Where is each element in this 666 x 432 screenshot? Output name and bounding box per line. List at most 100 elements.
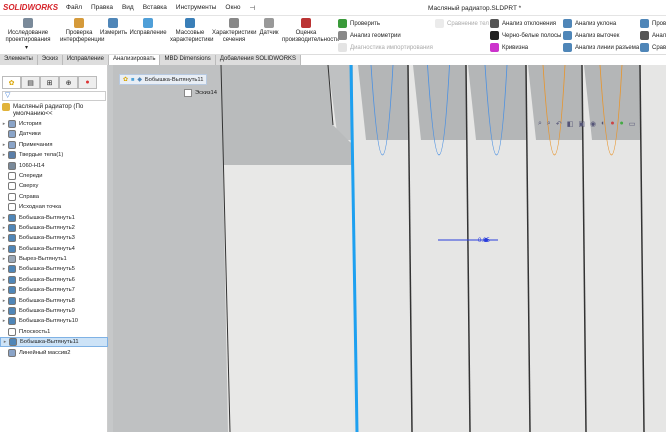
command-manager-ribbon: Исследование проектирования Проверка инте… [0, 16, 666, 55]
tree-item[interactable]: ▸ Бобышка-Вытянуть9 [0, 306, 108, 316]
tree-item[interactable]: Справа [0, 192, 108, 202]
measure-button[interactable]: Измерить [100, 18, 127, 37]
menu-item[interactable]: Окно [225, 4, 240, 12]
fin-top [528, 65, 582, 140]
tree-item[interactable]: ▸ Бобышка-Вытянуть6 [0, 275, 108, 285]
tree-item[interactable]: 1060-H14 [0, 160, 108, 170]
button-label: Оценка производительности [282, 30, 340, 43]
tree-item[interactable]: Спереди [0, 171, 108, 181]
ribbon-small-button[interactable]: Диагностика импортирования [338, 43, 433, 52]
hide-show-icon[interactable]: ◐ [601, 120, 605, 128]
ribbon-small-button[interactable]: Анализ уклона [563, 19, 616, 28]
configuration-tab-icon[interactable]: ⊞ [40, 76, 59, 89]
dropdown-arrow-icon[interactable]: ▾ [25, 44, 28, 51]
expand-arrow-icon[interactable]: ▸ [0, 235, 8, 241]
zoom-to-fit-icon[interactable]: ⌕ [538, 120, 542, 128]
expand-arrow-icon[interactable]: ▸ [0, 256, 8, 262]
ribbon-small-button[interactable]: Кривизна [490, 43, 528, 52]
tree-item[interactable]: ▸ Бобышка-Вытянуть4 [0, 244, 108, 254]
ribbon-small-button[interactable]: Сравнение тел [435, 19, 489, 28]
edit-appearance-icon[interactable]: ● [610, 120, 614, 128]
expand-arrow-icon[interactable]: ▸ [0, 308, 8, 314]
expand-arrow-icon[interactable]: ▸ [0, 225, 8, 231]
section-properties-button[interactable]: Характеристики сечения [212, 18, 257, 44]
design-study-button[interactable]: Исследование проектирования [2, 18, 54, 44]
ribbon-small-button[interactable]: Анал [640, 31, 666, 40]
property-manager-tab-icon[interactable]: ▤ [21, 76, 40, 89]
tab-1[interactable]: Эскиз [37, 55, 63, 65]
expand-arrow-icon[interactable]: ▸ [0, 318, 8, 324]
ribbon-small-button[interactable]: Анализ выточек [563, 31, 619, 40]
interference-check-button[interactable]: Проверка интерференции [60, 18, 104, 44]
menu-item[interactable]: Инструменты [176, 4, 217, 12]
display-style-icon[interactable]: ◉ [590, 120, 596, 128]
tree-item[interactable]: ▸ Бобышка-Вытянуть8 [0, 295, 108, 305]
tree-item[interactable]: ▸ Бобышка-Вытянуть3 [0, 233, 108, 243]
menu-item[interactable]: Вставка [143, 4, 167, 12]
button-label: Исследование проектирования [5, 30, 51, 43]
filter-icon[interactable]: ▽ [2, 91, 106, 101]
tree-item[interactable]: ▸ Бобышка-Вытянуть2 [0, 223, 108, 233]
tree-item[interactable]: Плоскость1 [0, 327, 108, 337]
tab-5[interactable]: Добавления SOLIDWORKS [215, 55, 302, 65]
mass-properties-button[interactable]: Массовые характеристики [170, 18, 213, 44]
menu-item[interactable]: Вид [122, 4, 134, 12]
expand-arrow-icon[interactable]: ▸ [1, 339, 9, 345]
breadcrumb-sketch[interactable]: Эскиз14 [184, 89, 217, 97]
expand-arrow-icon[interactable]: ▸ [0, 142, 8, 148]
graphics-area[interactable]: ⌕ ⌕ ↶ ◧ ▣ ◉ ◐ ● ● ▭ [108, 65, 666, 432]
tree-item[interactable]: ▸ Бобышка-Вытянуть11 [0, 337, 108, 348]
ribbon-small-button[interactable]: Проверить [338, 19, 380, 28]
tab-3[interactable]: Анализировать [108, 55, 161, 65]
expand-arrow-icon[interactable]: ▸ [0, 215, 8, 221]
feature-icon [8, 140, 16, 149]
tree-item[interactable]: ▸ Бобышка-Вытянуть7 [0, 285, 108, 295]
tree-item[interactable]: Исходная точка [0, 202, 108, 212]
tab-0[interactable]: Элементы [0, 55, 38, 65]
expand-arrow-icon[interactable]: ▸ [0, 287, 8, 293]
tree-item[interactable]: ▸ Твердые тела(1) [0, 150, 108, 160]
expand-arrow-icon[interactable]: ▸ [0, 277, 8, 283]
breadcrumb[interactable]: ✿ ■ ◆ Бобышка-Вытянуть11 [119, 74, 208, 85]
performance-evaluation-button[interactable]: Оценка производительности [282, 18, 339, 44]
view-settings-icon[interactable]: ▭ [629, 120, 636, 128]
tree-item[interactable]: ▸ История [0, 119, 108, 129]
breadcrumb-feature[interactable]: Бобышка-Вытянуть11 [145, 77, 204, 83]
tab-4[interactable]: MBD Dimensions [160, 55, 216, 65]
tree-root[interactable]: Масляный радиатор (По умолчанию<< [0, 102, 108, 119]
repair-button[interactable]: Исправление [128, 18, 168, 37]
feature-tree-tab-icon[interactable]: ✿ [2, 76, 21, 89]
expand-arrow-icon[interactable]: ▸ [0, 298, 8, 304]
appearance-tab-icon[interactable]: ● [78, 76, 97, 89]
tree-item[interactable]: ▸ Бобышка-Вытянуть10 [0, 316, 108, 326]
dimension-label[interactable]: 0.05 [478, 238, 490, 244]
ribbon-small-button[interactable]: Анализ геометрии [338, 31, 401, 40]
expand-arrow-icon[interactable]: ▸ [0, 246, 8, 252]
section-view-icon[interactable]: ◧ [567, 120, 574, 128]
expand-arrow-icon[interactable]: ▸ [0, 152, 8, 158]
tree-item[interactable]: ▸ Бобышка-Вытянуть1 [0, 212, 108, 222]
ribbon-small-button[interactable]: Анализ линии разъема [563, 43, 639, 52]
view-orientation-icon[interactable]: ▣ [578, 120, 585, 128]
ribbon-small-button[interactable]: Черно-белые полосы [490, 31, 561, 40]
previous-view-icon[interactable]: ↶ [556, 120, 562, 128]
tree-item[interactable]: ▸ Примечания [0, 140, 108, 150]
ribbon-small-button[interactable]: Анализ отклонения [490, 19, 556, 28]
tree-item[interactable]: Сверху [0, 181, 108, 191]
tree-item[interactable]: ▸ Вырез-Вытянуть1 [0, 254, 108, 264]
menu-item[interactable]: Файл [66, 4, 82, 12]
tab-2[interactable]: Исправление [62, 55, 109, 65]
dimxpert-tab-icon[interactable]: ⊕ [59, 76, 78, 89]
zoom-area-icon[interactable]: ⌕ [547, 120, 551, 128]
scenes-icon[interactable]: ● [620, 120, 624, 128]
expand-arrow-icon[interactable]: ▸ [0, 266, 8, 272]
sensor-button[interactable]: Датчик [257, 18, 281, 37]
expand-arrow-icon[interactable]: ▸ [0, 121, 8, 127]
tree-item[interactable]: ▸ Бобышка-Вытянуть5 [0, 264, 108, 274]
tree-item[interactable]: Линейный массив2 [0, 347, 108, 357]
ribbon-small-button[interactable]: Прове [640, 19, 666, 28]
pin-icon[interactable]: ⊣ [250, 4, 256, 12]
ribbon-small-button[interactable]: Срав [640, 43, 666, 52]
tree-item[interactable]: Датчики [0, 129, 108, 139]
menu-item[interactable]: Правка [91, 4, 113, 12]
